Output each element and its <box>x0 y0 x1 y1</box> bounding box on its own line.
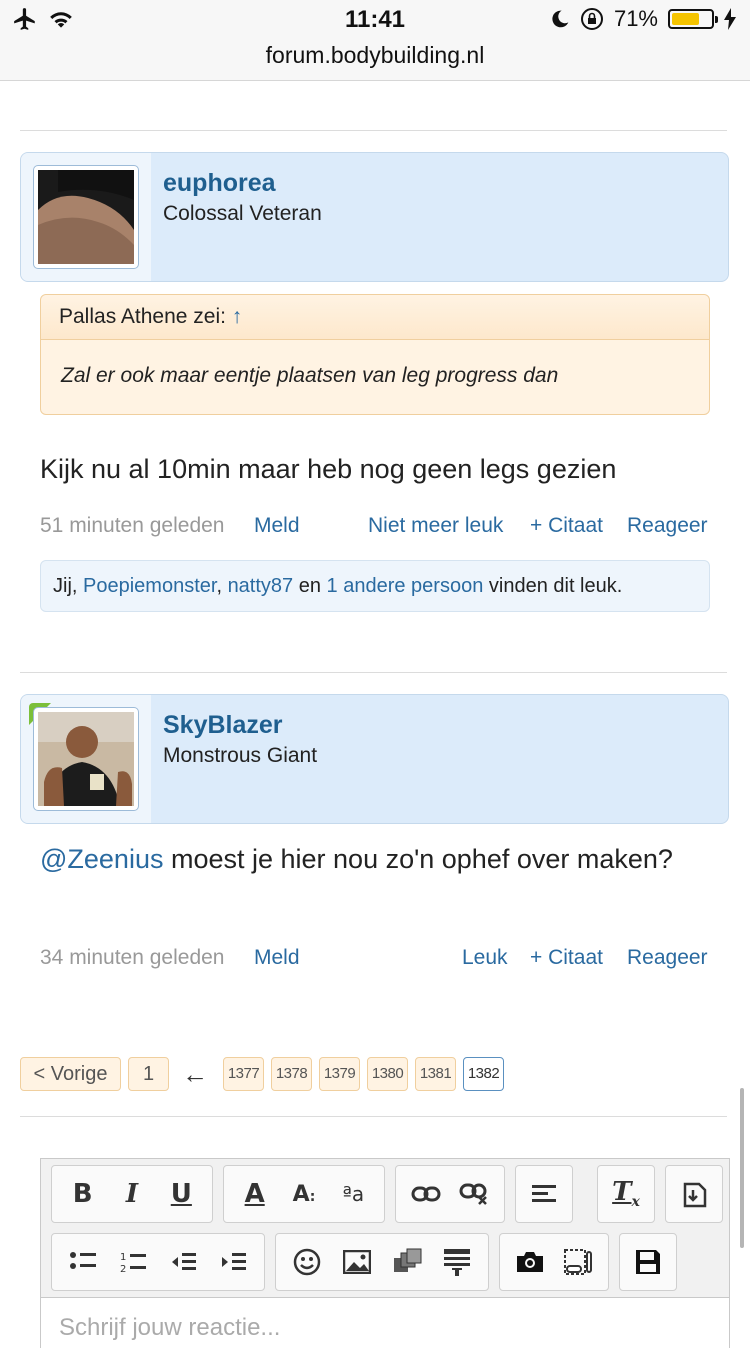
report-link[interactable]: Meld <box>254 514 300 538</box>
numbered-list-icon[interactable]: 12 <box>113 1242 153 1282</box>
post-time: 34 minuten geleden <box>40 946 225 969</box>
toolbar-group <box>515 1165 573 1223</box>
page-link[interactable]: 1379 <box>319 1057 360 1091</box>
reply-textarea[interactable]: Schrijf jouw reactie... <box>41 1297 729 1357</box>
user-title: Monstrous Giant <box>163 744 318 767</box>
camera-icon[interactable] <box>510 1242 550 1282</box>
italic-icon[interactable]: I <box>112 1174 152 1214</box>
bullet-list-icon[interactable] <box>63 1242 103 1282</box>
post-actions: 34 minuten geleden Meld Leuk + Citaat Re… <box>40 946 710 976</box>
outdent-icon[interactable] <box>163 1242 203 1282</box>
post-body-text: moest je hier nou zo'n ophef over maken? <box>163 844 673 874</box>
align-icon[interactable] <box>524 1174 564 1214</box>
text-case-icon[interactable]: ªa <box>333 1174 373 1214</box>
quote-block: Pallas Athene zei: ↑ Zal er ook maar een… <box>40 294 710 415</box>
avatar-image <box>38 712 134 806</box>
underline-icon[interactable]: U <box>161 1174 201 1214</box>
quote-link[interactable]: + Citaat <box>530 514 603 538</box>
address-bar[interactable]: forum.bodybuilding.nl <box>0 40 750 81</box>
page-link[interactable]: 1381 <box>415 1057 456 1091</box>
pager-divider <box>20 1116 727 1117</box>
post-header: SkyBlazer Monstrous Giant <box>20 694 729 824</box>
toolbar-group: B I U <box>51 1165 213 1223</box>
toolbar-group: 12 <box>51 1233 265 1291</box>
spoiler-icon[interactable] <box>558 1242 598 1282</box>
save-icon[interactable] <box>628 1242 668 1282</box>
report-link[interactable]: Meld <box>254 946 300 970</box>
moon-icon <box>552 10 569 28</box>
svg-text:1: 1 <box>120 1252 126 1263</box>
avatar-image <box>38 170 134 264</box>
post-divider <box>20 672 727 673</box>
unlike-link[interactable]: Niet meer leuk <box>368 514 503 538</box>
charging-bolt-icon <box>724 8 736 30</box>
link-icon[interactable] <box>406 1174 446 1214</box>
page-link[interactable]: 1378 <box>271 1057 312 1091</box>
scrollbar[interactable] <box>740 1088 744 1248</box>
indent-icon[interactable] <box>213 1242 253 1282</box>
bold-icon[interactable]: B <box>63 1174 103 1214</box>
page-link-first[interactable]: 1 <box>128 1057 169 1091</box>
code-block-icon[interactable] <box>437 1242 477 1282</box>
toolbar-group <box>275 1233 489 1291</box>
battery-percent: 71% <box>613 6 658 31</box>
other-likers-link[interactable]: 1 andere persoon <box>327 575 484 597</box>
user-title: Colossal Veteran <box>163 202 322 225</box>
image-icon[interactable] <box>337 1242 377 1282</box>
like-link[interactable]: Leuk <box>462 946 508 970</box>
post-divider <box>20 130 727 131</box>
battery-icon <box>668 9 718 29</box>
liker-link[interactable]: natty87 <box>228 575 294 597</box>
likes-you: Jij <box>53 575 72 597</box>
mention-link[interactable]: @Zeenius <box>40 844 163 874</box>
url-text: forum.bodybuilding.nl <box>265 42 485 68</box>
post-actions: 51 minuten geleden Meld Niet meer leuk +… <box>40 514 710 544</box>
reply-link[interactable]: Reageer <box>627 514 708 538</box>
quote-jump-arrow-icon[interactable]: ↑ <box>232 305 243 328</box>
toolbar-group: Tx <box>597 1165 655 1223</box>
toolbar-group <box>395 1165 505 1223</box>
post-body: @Zeenius moest je hier nou zo'n ophef ov… <box>40 838 720 880</box>
font-color-icon[interactable]: A <box>235 1174 275 1214</box>
toolbar-group <box>499 1233 609 1291</box>
battery-fill <box>672 13 699 25</box>
toolbar-group <box>619 1233 677 1291</box>
toolbar-group <box>665 1165 723 1223</box>
avatar[interactable] <box>33 165 139 269</box>
status-right: 71% <box>550 6 736 32</box>
avatar[interactable] <box>33 707 139 811</box>
status-bar: 11:41 71% <box>0 0 750 40</box>
username[interactable]: SkyBlazer <box>163 711 283 740</box>
remove-format-icon[interactable]: Tx <box>606 1174 646 1214</box>
post-body: Kijk nu al 10min maar heb nog geen legs … <box>40 454 617 484</box>
smiley-icon[interactable] <box>287 1242 327 1282</box>
reply-editor: B I U A A: ªa Tx 12 Schrijf jouw reactie… <box>40 1158 730 1357</box>
left-arrow-icon: ← <box>182 1059 208 1089</box>
toolbar-group: A A: ªa <box>223 1165 385 1223</box>
liker-link[interactable]: Poepiemonster <box>83 575 216 597</box>
post-time: 51 minuten geleden <box>40 514 225 537</box>
reply-link[interactable]: Reageer <box>627 946 708 970</box>
username[interactable]: euphorea <box>163 169 276 198</box>
prev-page-button[interactable]: < Vorige <box>20 1057 121 1091</box>
font-size-icon[interactable]: A: <box>284 1174 324 1214</box>
quote-text: Zal er ook maar eentje plaatsen van leg … <box>61 364 559 387</box>
page-link[interactable]: 1380 <box>367 1057 408 1091</box>
media-icon[interactable] <box>387 1242 427 1282</box>
quote-link[interactable]: + Citaat <box>530 946 603 970</box>
page-link-current[interactable]: 1382 <box>463 1057 504 1091</box>
post-header: euphorea Colossal Veteran <box>20 152 729 282</box>
rotation-lock-icon <box>580 8 603 30</box>
page-link[interactable]: 1377 <box>223 1057 264 1091</box>
paste-icon[interactable] <box>674 1174 714 1214</box>
quote-header: Pallas Athene zei: ↑ <box>41 295 709 340</box>
unlink-icon[interactable] <box>454 1174 494 1214</box>
likes-summary: Jij, Poepiemonster, natty87 en 1 andere … <box>40 560 710 612</box>
quote-author: Pallas Athene zei: <box>59 305 226 328</box>
svg-text:2: 2 <box>120 1264 126 1274</box>
